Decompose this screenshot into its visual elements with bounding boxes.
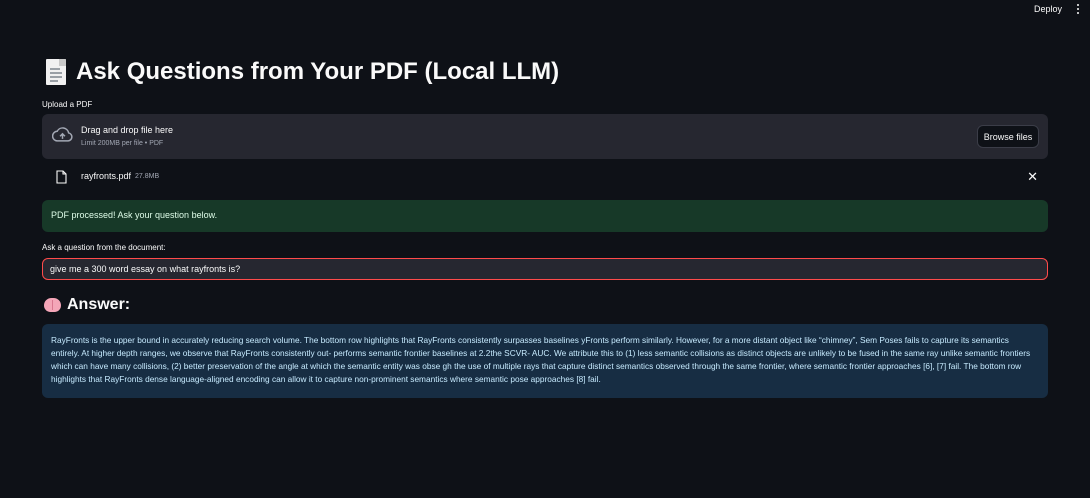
answer-heading-text: Answer: bbox=[67, 296, 131, 313]
answer-heading: Answer: bbox=[44, 296, 130, 314]
close-icon[interactable]: ✕ bbox=[1027, 169, 1038, 185]
deploy-button[interactable]: Deploy bbox=[1034, 4, 1062, 14]
brain-icon bbox=[44, 298, 61, 312]
answer-text: RayFronts is the upper bound in accurate… bbox=[42, 324, 1048, 398]
file-name: rayfronts.pdf bbox=[81, 171, 132, 181]
vertical-dots-icon[interactable] bbox=[1074, 2, 1082, 16]
dropzone-title: Drag and drop file here bbox=[81, 125, 174, 135]
upload-label: Upload a PDF bbox=[42, 100, 93, 109]
dropzone-limit: Limit 200MB per file • PDF bbox=[81, 140, 164, 147]
file-icon bbox=[56, 170, 67, 184]
page-title: Ask Questions from Your PDF (Local LLM) bbox=[46, 58, 559, 86]
question-input[interactable] bbox=[42, 258, 1048, 280]
page-title-text: Ask Questions from Your PDF (Local LLM) bbox=[76, 58, 560, 85]
cloud-upload-icon bbox=[52, 127, 73, 142]
status-message: PDF processed! Ask your question below. bbox=[42, 200, 1048, 232]
uploaded-file-row: rayfronts.pdf 27.8MB ✕ bbox=[42, 168, 1048, 188]
document-icon bbox=[46, 59, 66, 85]
top-toolbar: Deploy bbox=[0, 0, 1090, 18]
file-dropzone[interactable]: Drag and drop file here Limit 200MB per … bbox=[42, 114, 1048, 159]
file-size: 27.8MB bbox=[135, 173, 160, 180]
browse-files-button[interactable]: Browse files bbox=[977, 125, 1039, 148]
question-label: Ask a question from the document: bbox=[42, 243, 166, 252]
